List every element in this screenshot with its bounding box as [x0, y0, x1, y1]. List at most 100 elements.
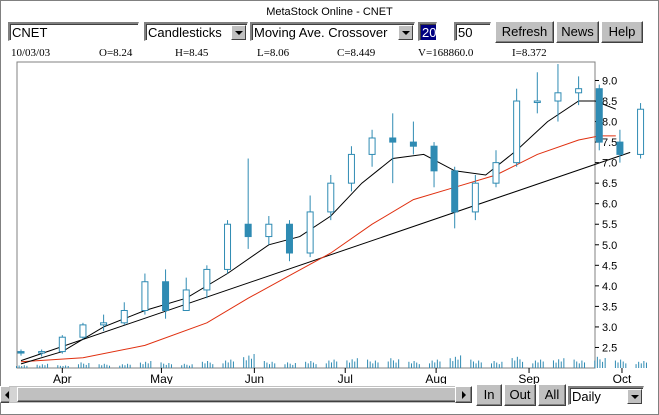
volume-bar — [604, 358, 606, 368]
volume-bar — [129, 364, 131, 368]
volume-bar — [230, 359, 232, 368]
volume-bar — [537, 362, 539, 368]
volume-bar — [65, 365, 67, 368]
volume-bar — [542, 361, 544, 368]
volume-bar — [470, 359, 472, 368]
candle-body — [637, 108, 645, 155]
candle-body — [162, 281, 170, 311]
volume-bar — [638, 361, 640, 368]
volume-bar — [625, 363, 627, 368]
volume-bar — [225, 360, 227, 368]
volume-bar — [23, 365, 25, 368]
volume-bar — [387, 361, 389, 368]
volume-bar — [67, 366, 69, 368]
volume-bar — [328, 360, 330, 368]
volume-bar — [243, 357, 245, 368]
volume-bar — [434, 362, 436, 368]
volume-bar — [85, 364, 87, 368]
volume-bar — [207, 361, 209, 368]
chevron-down-icon[interactable] — [627, 389, 642, 404]
volume-bar — [145, 361, 147, 368]
x-tick-label: Sep — [518, 372, 540, 384]
volume-bar — [47, 363, 49, 368]
volume-bar — [534, 360, 536, 368]
scroll-right-button[interactable] — [455, 386, 472, 403]
y-tick-label: 9.0 — [602, 75, 617, 87]
period-select[interactable]: Daily — [568, 386, 644, 405]
volume-bar — [429, 363, 431, 368]
volume-bar — [142, 364, 144, 368]
candle-body — [120, 309, 128, 324]
zoom-out-button[interactable]: Out — [504, 384, 536, 406]
volume-bar — [191, 364, 193, 368]
candle-body — [513, 100, 521, 164]
volume-bar — [330, 362, 332, 368]
period-value: Daily — [572, 389, 601, 404]
volume-bar — [511, 358, 513, 368]
volume-bar — [98, 364, 100, 368]
volume-bar — [640, 363, 642, 368]
x-tick-label: Apr — [53, 372, 72, 384]
volume-bar — [289, 363, 291, 368]
volume-bar — [346, 360, 348, 368]
volume-bar — [522, 361, 524, 368]
volume-bar — [408, 361, 410, 368]
scroll-thumb[interactable] — [17, 387, 467, 402]
x-tick-label: Aug — [425, 372, 446, 384]
volume-bar — [106, 364, 108, 368]
candle-body — [595, 88, 603, 143]
volume-bar — [294, 363, 296, 368]
horizontal-scrollbar[interactable] — [9, 386, 472, 403]
candle-body — [430, 145, 438, 172]
candle-body — [409, 141, 417, 147]
volume-bar — [209, 362, 211, 368]
volume-bar — [351, 359, 353, 368]
volume-bar — [390, 358, 392, 368]
volume-bar — [36, 364, 38, 368]
volume-bar — [83, 363, 85, 368]
candle-body — [182, 289, 190, 311]
volume-bar — [532, 363, 534, 368]
volume-bar — [552, 360, 554, 368]
price-chart[interactable]: 2.53.03.54.04.55.05.56.06.57.07.58.08.59… — [0, 0, 659, 384]
candle-body — [58, 336, 66, 353]
volume-bar — [336, 361, 338, 368]
zoom-all-button[interactable]: All — [538, 384, 566, 406]
zoom-in-button[interactable]: In — [476, 384, 502, 406]
volume-bar — [103, 363, 105, 368]
y-tick-label: 7.5 — [602, 137, 617, 149]
candle-body — [492, 162, 500, 184]
volume-bar — [263, 361, 265, 368]
volume-bar — [514, 360, 516, 368]
volume-bar — [372, 363, 374, 368]
volume-bar — [439, 361, 441, 368]
volume-bar — [498, 364, 500, 368]
y-tick-label: 5.5 — [602, 219, 617, 231]
volume-bar — [307, 363, 309, 368]
volume-bar — [614, 360, 616, 368]
y-tick-label: 8.0 — [602, 117, 617, 129]
y-tick-label: 4.0 — [602, 281, 617, 293]
volume-bar — [16, 366, 17, 368]
y-tick-label: 3.5 — [602, 301, 617, 313]
volume-bar — [392, 360, 394, 368]
volume-bar — [312, 362, 314, 368]
volume-bar — [325, 363, 327, 368]
volume-bar — [227, 362, 229, 368]
volume-bar — [596, 356, 598, 368]
volume-bar — [418, 364, 420, 368]
volume-bar — [139, 362, 141, 368]
y-tick-label: 8.5 — [602, 96, 617, 108]
candle-body — [224, 223, 232, 270]
x-tick-label: May — [150, 372, 173, 384]
y-tick-label: 5.0 — [602, 240, 617, 252]
volume-bar — [245, 360, 247, 368]
volume-bar — [395, 362, 397, 368]
volume-bar — [558, 359, 560, 368]
volume-bar — [599, 359, 601, 368]
volume-bar — [39, 365, 41, 368]
volume-bar — [248, 355, 250, 368]
volume-bar — [540, 359, 542, 368]
volume-bar — [581, 360, 583, 368]
y-tick-label: 6.0 — [602, 199, 617, 211]
